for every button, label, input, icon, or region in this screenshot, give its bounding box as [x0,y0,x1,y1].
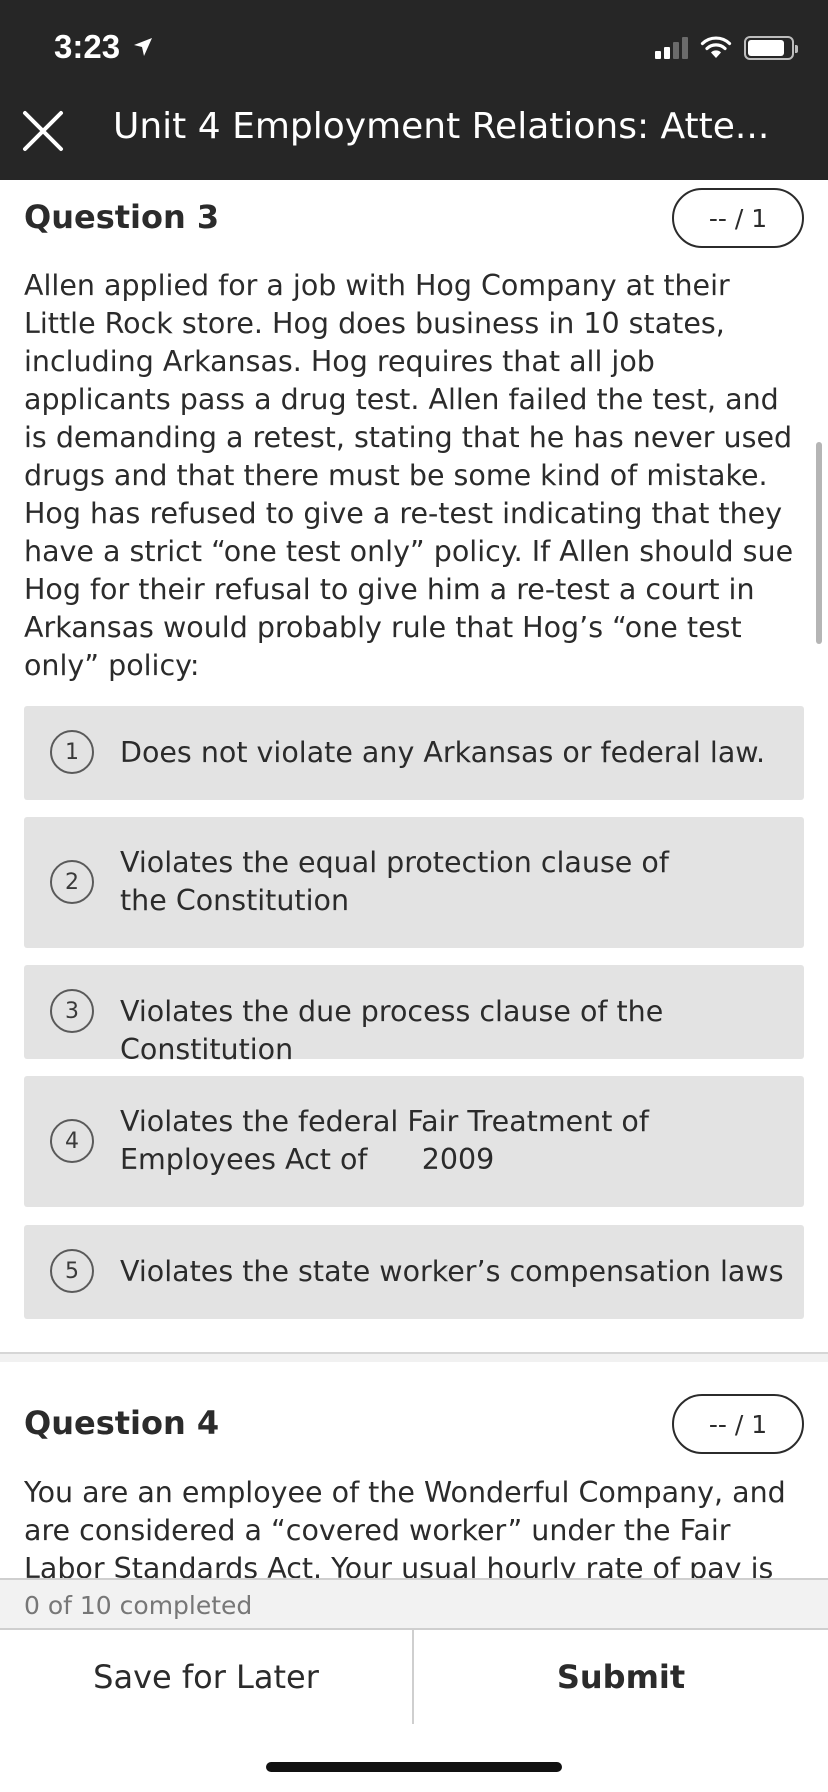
question-header: Question 4 -- / 1 [24,1394,804,1454]
cellular-signal-icon [655,37,688,59]
top-bar: 3:23 Unit 4 Employment Relations: Atte..… [0,0,828,180]
answer-option-3[interactable]: 3 Violates the due process clause of the… [24,965,804,1066]
questions-content[interactable]: Question 3 -- / 1 Allen applied for a jo… [0,180,828,1578]
status-time-text: 3:23 [54,28,121,65]
progress-text: 0 of 10 completed [24,1591,253,1620]
close-icon [23,111,63,151]
question-text: Allen applied for a job with Hog Company… [24,269,794,682]
close-button[interactable] [22,110,64,152]
answer-option-2[interactable]: 2 Violates the equal protection clause o… [24,817,804,948]
wifi-icon [700,36,732,58]
progress-bar: 0 of 10 completed [0,1578,828,1630]
location-arrow-icon [134,38,153,56]
option-label: Violates the state worker’s compensation… [120,1255,784,1288]
answer-option-4[interactable]: 4 Violates the federal Fair Treatment of… [24,1076,804,1207]
option-number: 1 [50,730,94,774]
status-time: 3:23 [54,28,154,66]
question-divider [0,1352,828,1362]
option-number: 3 [50,989,94,1033]
option-number: 5 [50,1249,94,1293]
option-label: Violates the federal Fair Treatment of E… [120,1105,658,1176]
option-number: 2 [50,860,94,904]
submit-button[interactable]: Submit [414,1630,828,1724]
option-label: Does not violate any Arkansas or federal… [120,736,766,769]
score-badge: -- / 1 [672,188,804,248]
option-number: 4 [50,1119,94,1163]
footer-actions: Save for Later Submit [0,1630,828,1724]
question-title: Question 3 [24,198,220,236]
question-text: You are an employee of the Wonderful Com… [24,1476,786,1578]
scrollbar[interactable] [816,442,822,644]
home-indicator[interactable] [266,1762,562,1772]
question-header: Question 3 -- / 1 [24,188,804,248]
option-label: Violates the due process clause of the C… [120,995,664,1066]
page-title: Unit 4 Employment Relations: Atte... [113,106,770,147]
answer-option-5[interactable]: 5 Violates the state worker’s compensati… [24,1225,804,1319]
option-label: Violates the equal protection clause of … [120,846,669,917]
status-icons [655,36,798,60]
answer-option-1[interactable]: 1 Does not violate any Arkansas or feder… [24,706,804,800]
save-for-later-button[interactable]: Save for Later [0,1630,412,1724]
battery-icon [744,36,798,60]
score-badge: -- / 1 [672,1394,804,1454]
question-title: Question 4 [24,1404,220,1442]
